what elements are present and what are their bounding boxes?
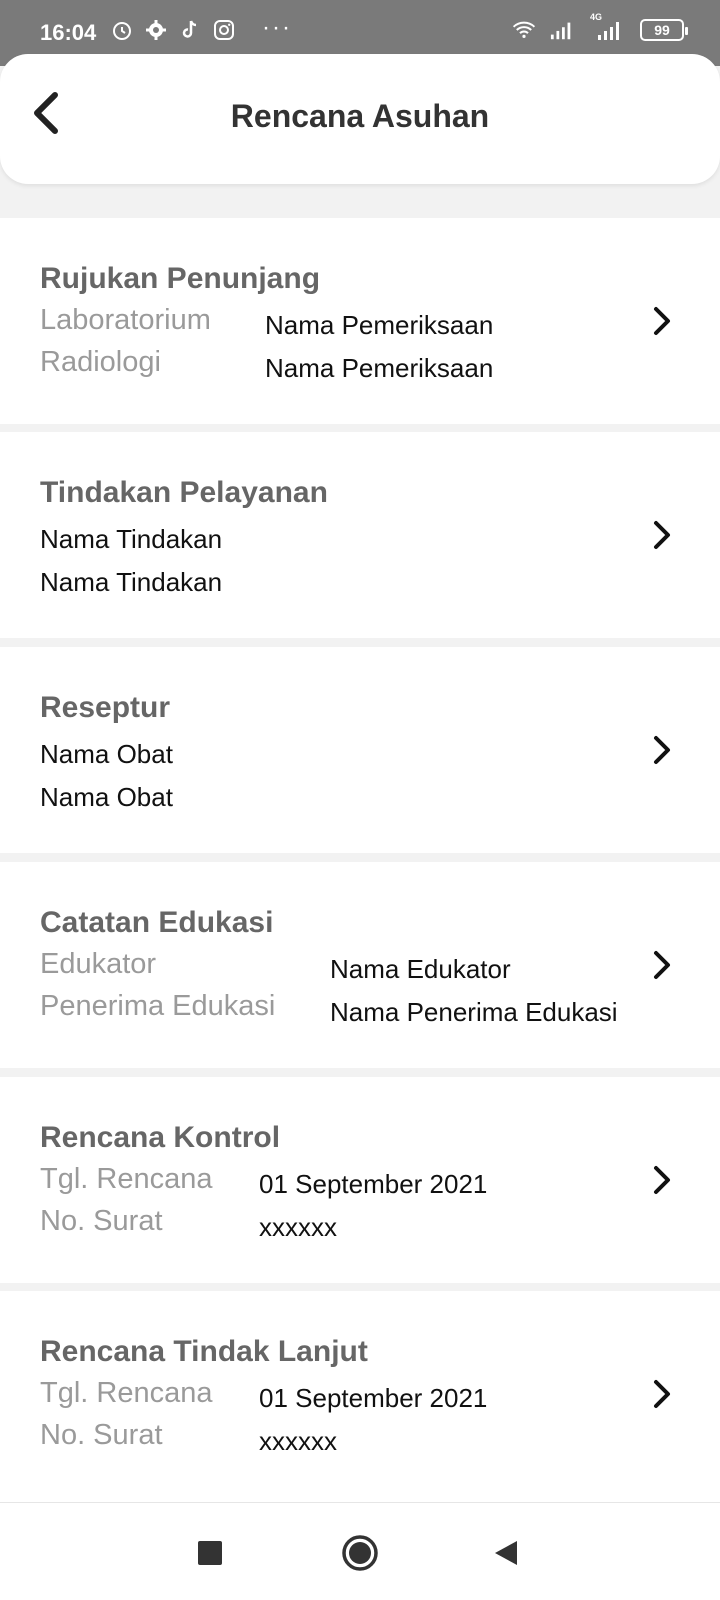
- system-navigation-bar: [0, 1502, 720, 1600]
- chevron-right-icon: [648, 517, 676, 553]
- app-header: Rencana Asuhan: [0, 54, 720, 184]
- status-time: 16:04: [40, 20, 97, 45]
- row-value: Nama Penerima Edukasi: [330, 997, 618, 1027]
- recents-button[interactable]: [188, 1531, 232, 1575]
- section-rujukan-penunjang[interactable]: Rujukan Penunjang Laboratorium Nama Peme…: [0, 218, 720, 424]
- row-label: No. Surat: [40, 1419, 163, 1451]
- row-label: Radiologi: [40, 346, 161, 378]
- row-label: Penerima Edukasi: [40, 990, 276, 1022]
- section-title: Rujukan Penunjang: [40, 262, 321, 295]
- list-item: Nama Tindakan: [40, 524, 223, 554]
- page-title: Rencana Asuhan: [230, 98, 490, 134]
- row-label: Laboratorium: [40, 304, 211, 336]
- row-value: Nama Pemeriksaan: [265, 353, 494, 383]
- network-type-label: 4G: [590, 12, 603, 22]
- chevron-right-icon: [648, 732, 676, 768]
- alarm-icon: [110, 18, 134, 42]
- chevron-right-icon: [648, 947, 676, 983]
- home-button[interactable]: [338, 1531, 382, 1575]
- row-value: Nama Edukator: [330, 954, 511, 984]
- chevron-right-icon: [648, 1376, 676, 1412]
- section-rencana-kontrol[interactable]: Rencana Kontrol Tgl. Rencana 01 Septembe…: [0, 1077, 720, 1283]
- battery-level: 99: [654, 22, 670, 38]
- list-item: Nama Tindakan: [40, 567, 223, 597]
- battery-icon: 99: [640, 19, 688, 41]
- row-value: xxxxxx: [259, 1426, 337, 1456]
- row-label: Tgl. Rencana: [40, 1377, 213, 1409]
- row-value: Nama Pemeriksaan: [265, 310, 494, 340]
- status-notification-icons: [110, 18, 236, 42]
- section-reseptur[interactable]: Reseptur Nama Obat Nama Obat: [0, 647, 720, 853]
- section-tindakan-pelayanan[interactable]: Tindakan Pelayanan Nama Tindakan Nama Ti…: [0, 432, 720, 638]
- section-title: Tindakan Pelayanan: [40, 476, 328, 509]
- row-value: 01 September 2021: [259, 1169, 488, 1199]
- tiktok-icon: [178, 18, 202, 42]
- home-icon: [342, 1535, 378, 1571]
- section-rencana-tindak-lanjut[interactable]: Rencana Tindak Lanjut Tgl. Rencana 01 Se…: [0, 1291, 720, 1502]
- section-title: Catatan Edukasi: [40, 906, 274, 939]
- row-label: Tgl. Rencana: [40, 1163, 213, 1195]
- gear-icon: [144, 18, 168, 42]
- section-catatan-edukasi[interactable]: Catatan Edukasi Edukator Nama Edukator P…: [0, 862, 720, 1068]
- signal-4g-icon: 4G: [588, 12, 626, 42]
- section-title: Rencana Kontrol: [40, 1121, 281, 1154]
- row-value: 01 September 2021: [259, 1383, 488, 1413]
- more-notifications-icon: ···: [262, 14, 292, 41]
- back-icon: [495, 1541, 517, 1565]
- list-item: Nama Obat: [40, 782, 173, 812]
- status-system-icons: 4G 99: [512, 12, 688, 42]
- row-label: No. Surat: [40, 1205, 163, 1237]
- chevron-right-icon: [648, 1162, 676, 1198]
- row-label: Edukator: [40, 948, 157, 980]
- instagram-icon: [212, 18, 236, 42]
- recents-icon: [198, 1541, 222, 1565]
- row-value: xxxxxx: [259, 1212, 337, 1242]
- section-title: Reseptur: [40, 691, 171, 724]
- list-item: Nama Obat: [40, 739, 173, 769]
- chevron-right-icon: [648, 303, 676, 339]
- signal-icon: [550, 18, 574, 42]
- system-back-button[interactable]: [484, 1531, 528, 1575]
- wifi-icon: [512, 18, 536, 42]
- section-title: Rencana Tindak Lanjut: [40, 1335, 368, 1368]
